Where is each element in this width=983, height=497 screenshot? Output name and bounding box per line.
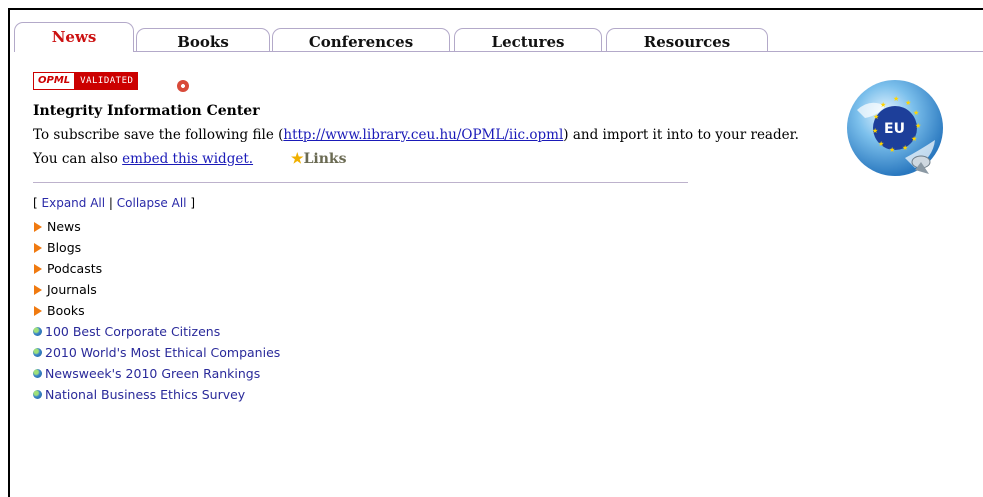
category-label: Blogs xyxy=(47,240,82,255)
feed-item[interactable]: National Business Ethics Survey xyxy=(33,384,280,405)
expand-all-link[interactable]: Expand All xyxy=(42,196,106,210)
rss-feed-icon[interactable] xyxy=(177,80,189,92)
subscribe-text-before: To subscribe save the following file ( xyxy=(33,127,284,143)
tab-conferences[interactable]: Conferences xyxy=(272,28,450,51)
opml-file-link[interactable]: http://www.library.ceu.hu/OPML/iic.opml xyxy=(283,127,563,143)
svg-text:★: ★ xyxy=(911,135,917,143)
category-podcasts[interactable]: Podcasts xyxy=(33,258,280,279)
tree-controls: [ Expand All | Collapse All ] xyxy=(33,196,195,210)
svg-text:★: ★ xyxy=(873,113,879,121)
star-icon: ★ xyxy=(291,151,304,167)
arrow-right-icon xyxy=(34,242,42,253)
tab-resources[interactable]: Resources xyxy=(606,28,768,51)
svg-text:★: ★ xyxy=(889,146,895,154)
category-journals[interactable]: Journals xyxy=(33,279,280,300)
bracket-close: ] xyxy=(190,196,195,210)
globe-icon xyxy=(33,369,42,378)
arrow-right-icon xyxy=(34,263,42,274)
category-blogs[interactable]: Blogs xyxy=(33,237,280,258)
feed-link[interactable]: 2010 World's Most Ethical Companies xyxy=(45,342,280,363)
opml-validated-badge[interactable]: OPML VALIDATED xyxy=(33,72,139,90)
category-label: News xyxy=(47,219,81,234)
links-button[interactable]: ★Links xyxy=(291,151,347,167)
svg-text:★: ★ xyxy=(878,140,884,148)
svg-text:★: ★ xyxy=(902,144,908,152)
category-label: Podcasts xyxy=(47,261,103,276)
bracket-open: [ xyxy=(33,196,38,210)
tab-lectures[interactable]: Lectures xyxy=(454,28,602,51)
arrow-right-icon xyxy=(34,284,42,295)
arrow-right-icon xyxy=(34,305,42,316)
embed-widget-link[interactable]: embed this widget. xyxy=(122,151,253,167)
svg-text:★: ★ xyxy=(872,127,878,135)
eu-globe-logo: ★ ★★ ★★★ ★★★ ★★ EU xyxy=(847,80,943,176)
feed-item[interactable]: Newsweek's 2010 Green Rankings xyxy=(33,363,280,384)
embed-line: You can also embed this widget. xyxy=(33,151,253,167)
tab-news[interactable]: News xyxy=(14,22,134,52)
category-books[interactable]: Books xyxy=(33,300,280,321)
separator: | xyxy=(108,196,113,210)
feed-link[interactable]: Newsweek's 2010 Green Rankings xyxy=(45,363,260,384)
feed-link[interactable]: 100 Best Corporate Citizens xyxy=(45,321,220,342)
category-news[interactable]: News xyxy=(33,216,280,237)
page-title: Integrity Information Center xyxy=(33,103,260,119)
svg-text:★: ★ xyxy=(893,95,899,103)
arrow-right-icon xyxy=(34,221,42,232)
collapse-all-link[interactable]: Collapse All xyxy=(117,196,187,210)
links-label: Links xyxy=(303,151,347,167)
validated-badge-label: VALIDATED xyxy=(75,72,139,90)
svg-text:★: ★ xyxy=(880,101,886,109)
category-label: Journals xyxy=(47,282,97,297)
feed-item[interactable]: 2010 World's Most Ethical Companies xyxy=(33,342,280,363)
divider xyxy=(33,182,688,183)
tab-books[interactable]: Books xyxy=(136,28,270,51)
svg-text:★: ★ xyxy=(915,122,921,130)
feed-item[interactable]: 100 Best Corporate Citizens xyxy=(33,321,280,342)
feed-tree: News Blogs Podcasts Journals Books 100 B… xyxy=(33,216,280,405)
opml-badge-label: OPML xyxy=(33,72,76,90)
category-label: Books xyxy=(47,303,85,318)
svg-text:★: ★ xyxy=(905,99,911,107)
globe-icon xyxy=(33,390,42,399)
tab-bar: News Books Conferences Lectures Resource… xyxy=(14,22,983,52)
embed-text-before: You can also xyxy=(33,151,123,167)
globe-icon xyxy=(33,348,42,357)
subscribe-instructions: To subscribe save the following file (ht… xyxy=(33,127,799,143)
globe-icon xyxy=(33,327,42,336)
feed-link[interactable]: National Business Ethics Survey xyxy=(45,384,245,405)
subscribe-text-after: ) and import it into to your reader. xyxy=(563,127,799,143)
eu-logo-text: EU xyxy=(884,121,905,137)
svg-text:★: ★ xyxy=(913,109,919,117)
